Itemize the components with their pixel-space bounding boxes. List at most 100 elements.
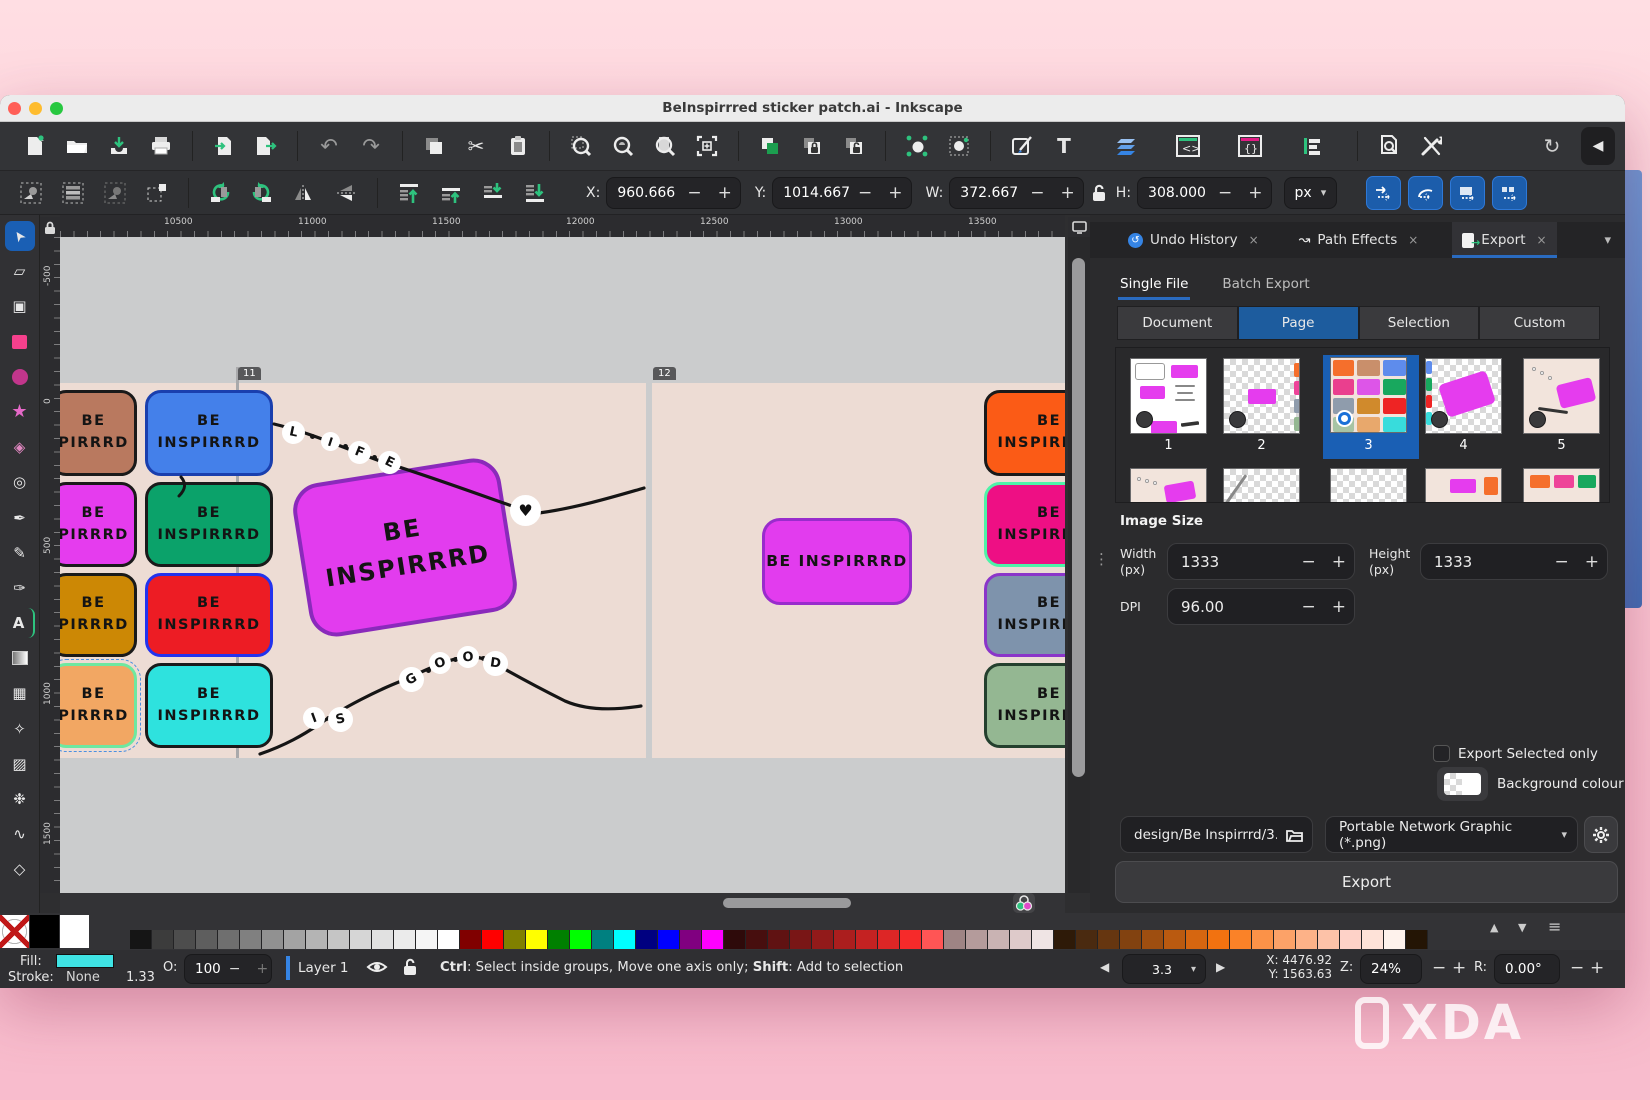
redo-icon[interactable]: ↷ <box>358 133 384 159</box>
close-tab-icon[interactable]: × <box>1537 233 1547 247</box>
palette-swatch[interactable] <box>1010 930 1032 949</box>
h-plus-button[interactable]: + <box>1240 183 1270 203</box>
subtab-batch-export[interactable]: Batch Export <box>1220 272 1311 296</box>
close-tab-icon[interactable]: × <box>1249 233 1259 247</box>
sticker-be-inspirrrd[interactable]: BE INSPIRRRD <box>984 482 1065 567</box>
mode-document[interactable]: Document <box>1117 306 1238 340</box>
sticker-be-inspirrrd[interactable]: BE INSPIRRRD <box>145 482 273 567</box>
palette-swatch[interactable] <box>900 930 922 949</box>
new-document-icon[interactable] <box>22 133 48 159</box>
zoom-drawing-icon[interactable] <box>610 133 636 159</box>
mode-selection[interactable]: Selection <box>1359 306 1480 340</box>
calligraphy-tool[interactable]: ✑ <box>5 573 35 603</box>
stroke-value[interactable]: None <box>66 970 100 985</box>
export-icon[interactable] <box>253 133 279 159</box>
palette-swatch[interactable] <box>350 930 372 949</box>
undo-icon[interactable]: ↶ <box>316 133 342 159</box>
ruler-corner-display-icon[interactable] <box>1068 217 1090 237</box>
dock-menu-caret-icon[interactable]: ▾ <box>1604 233 1611 248</box>
palette-swatch[interactable] <box>482 930 504 949</box>
palette-swatch[interactable] <box>1318 930 1340 949</box>
palette-swatch[interactable] <box>724 930 746 949</box>
opacity-value[interactable]: 100 <box>195 961 221 977</box>
palette-swatch[interactable] <box>1142 930 1164 949</box>
thumbnail-radio[interactable] <box>1529 411 1546 428</box>
palette-swatch[interactable] <box>1164 930 1186 949</box>
x-field[interactable]: 960.666 − + <box>606 177 741 209</box>
thumbnail-radio[interactable] <box>1229 411 1246 428</box>
page-thumbnail-5[interactable] <box>1523 358 1600 434</box>
height-value[interactable]: 1333 <box>1434 553 1547 571</box>
page-thumbnail-1[interactable] <box>1130 358 1207 434</box>
palette-swatch[interactable] <box>966 930 988 949</box>
tab-path-effects[interactable]: ↝ Path Effects × <box>1289 222 1429 258</box>
palette-swatch[interactable] <box>702 930 724 949</box>
sticker-be-pirrrd-selected[interactable]: BE PIRRRD <box>60 663 137 748</box>
horizontal-scrollbar[interactable] <box>60 893 1065 913</box>
rotation-plus-button[interactable]: + <box>1582 958 1612 978</box>
opacity-minus-button[interactable]: − <box>221 961 249 977</box>
height-plus-button[interactable]: + <box>1577 552 1607 572</box>
format-dropdown[interactable]: Portable Network Graphic (*.png) ▾ <box>1325 816 1578 853</box>
palette-swatch[interactable] <box>130 930 152 949</box>
palette-swatch[interactable] <box>504 930 526 949</box>
close-tab-icon[interactable]: × <box>1408 233 1418 247</box>
open-document-icon[interactable] <box>64 133 90 159</box>
palette-swatch[interactable] <box>240 930 262 949</box>
select-touching-icon[interactable] <box>946 133 972 159</box>
palette-swatch[interactable] <box>1230 930 1252 949</box>
opacity-plus-button[interactable]: + <box>249 961 277 977</box>
page-thumbnail-8[interactable] <box>1330 468 1407 503</box>
palette-swatch[interactable] <box>1032 930 1054 949</box>
h-minus-button[interactable]: − <box>1210 183 1240 203</box>
palette-swatch[interactable] <box>1186 930 1208 949</box>
palette-swatch[interactable] <box>152 930 174 949</box>
move-gradient-toggle[interactable] <box>1450 176 1485 210</box>
thumbnail-radio[interactable] <box>1431 411 1448 428</box>
rotate-ccw-icon[interactable] <box>207 180 233 206</box>
opacity-field[interactable]: 100 − + <box>184 954 272 984</box>
next-page-icon[interactable]: ▶ <box>1216 960 1225 974</box>
width-field[interactable]: 1333 − + <box>1167 543 1355 580</box>
fill-swatch[interactable] <box>56 954 114 968</box>
sticker-be-inspirrrd[interactable]: BE INSPIRRRD <box>984 390 1065 476</box>
palette-swatch[interactable] <box>1384 930 1406 949</box>
subtab-single-file[interactable]: Single File <box>1118 272 1190 296</box>
tab-export[interactable]: → Export × <box>1452 222 1556 258</box>
node-editor-tool[interactable]: ▱ <box>5 256 35 286</box>
paint-bucket-tool[interactable]: ▨ <box>5 749 35 779</box>
zoom-page-icon[interactable] <box>652 133 678 159</box>
xml-editor-icon[interactable]: <> <box>1175 133 1201 159</box>
palette-swatch[interactable] <box>1362 930 1384 949</box>
palette-swatch[interactable] <box>1054 930 1076 949</box>
x-plus-button[interactable]: + <box>710 183 740 203</box>
selector-tool[interactable]: ➤ <box>5 221 35 251</box>
layers-dialog-icon[interactable] <box>1113 133 1139 159</box>
zoom-value[interactable]: 24% <box>1371 961 1421 977</box>
palette-scroll-up-icon[interactable]: ▲ <box>1490 921 1498 934</box>
width-plus-button[interactable]: + <box>1324 552 1354 572</box>
palette-no-color-swatch[interactable] <box>0 915 29 948</box>
page-thumbnail-6[interactable] <box>1130 468 1207 503</box>
palette-swatch[interactable] <box>922 930 944 949</box>
y-minus-button[interactable]: − <box>850 183 880 203</box>
palette-swatch[interactable] <box>856 930 878 949</box>
y-plus-button[interactable]: + <box>880 183 910 203</box>
thumbnail-radio[interactable] <box>1136 411 1153 428</box>
h-value[interactable]: 308.000 <box>1148 185 1210 201</box>
rotate-cw-icon[interactable] <box>249 180 275 206</box>
sticker-be-pirrrd[interactable]: BE PIRRRD <box>60 482 137 567</box>
flip-vertical-icon[interactable] <box>333 180 359 206</box>
dpi-value[interactable]: 96.00 <box>1181 598 1294 616</box>
palette-swatch[interactable] <box>746 930 768 949</box>
spiral-tool[interactable]: ◎ <box>5 467 35 497</box>
ellipse-tool[interactable] <box>5 362 35 392</box>
thumbnail-radio-selected[interactable] <box>1336 410 1353 427</box>
page-thumbnail-9[interactable] <box>1425 468 1502 503</box>
palette-swatch[interactable] <box>768 930 790 949</box>
color-managed-view-icon[interactable] <box>1012 893 1036 913</box>
dpi-field[interactable]: 96.00 − + <box>1167 588 1355 625</box>
palette-swatch[interactable] <box>1076 930 1098 949</box>
palette-swatch[interactable] <box>306 930 328 949</box>
collapse-dock-button[interactable]: ◀ <box>1581 127 1615 165</box>
